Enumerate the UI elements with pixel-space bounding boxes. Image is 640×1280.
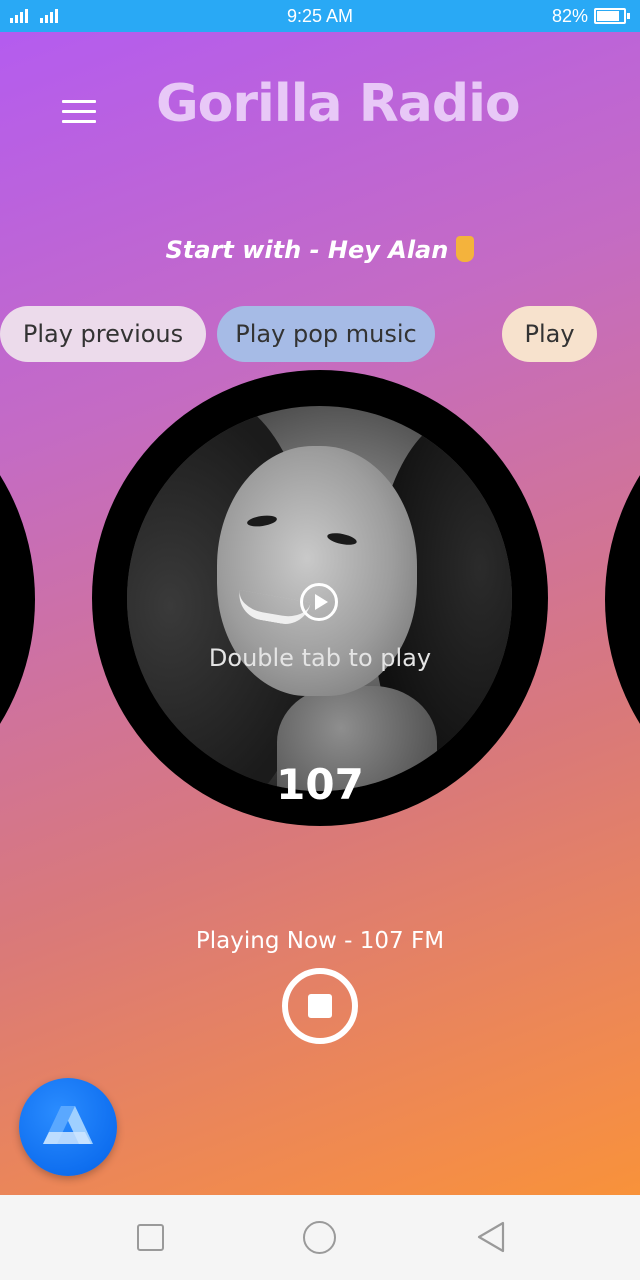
- chip-play-pop-music[interactable]: Play pop music: [217, 306, 435, 362]
- alan-logo-icon: [43, 1106, 93, 1144]
- circle-icon[interactable]: [303, 1221, 336, 1254]
- chip-play-previous[interactable]: Play previous: [0, 306, 206, 362]
- app-title: Gorilla Radio: [156, 74, 521, 134]
- now-playing-label: Playing Now - 107 FM: [195, 928, 445, 954]
- square-icon[interactable]: [137, 1224, 164, 1251]
- voice-hint: Start with - Hey Alan: [0, 236, 640, 264]
- app-screen: Gorilla Radio Start with - Hey Alan Play…: [0, 32, 640, 1195]
- battery-percentage: 82%: [551, 6, 588, 26]
- station-frequency: 107: [276, 760, 364, 809]
- status-bar: 9:25 AM 82%: [0, 0, 640, 32]
- stop-button[interactable]: [282, 968, 358, 1044]
- menu-icon[interactable]: [62, 100, 96, 126]
- station-disc-next[interactable]: [605, 372, 640, 827]
- chip-play[interactable]: Play: [502, 306, 597, 362]
- battery-icon: [594, 8, 630, 24]
- station-disc[interactable]: Double tab to play 107: [92, 370, 548, 826]
- navigation-bar: [0, 1195, 640, 1280]
- pointing-hand-icon: [456, 236, 475, 262]
- back-triangle-icon[interactable]: [476, 1221, 506, 1253]
- double-tap-label: Double tab to play: [208, 644, 432, 672]
- alan-voice-button[interactable]: [19, 1078, 117, 1176]
- play-icon[interactable]: [300, 583, 338, 621]
- station-disc-previous[interactable]: [0, 372, 35, 827]
- status-time: 9:25 AM: [286, 6, 354, 26]
- voice-hint-text: Start with - Hey Alan: [165, 236, 449, 264]
